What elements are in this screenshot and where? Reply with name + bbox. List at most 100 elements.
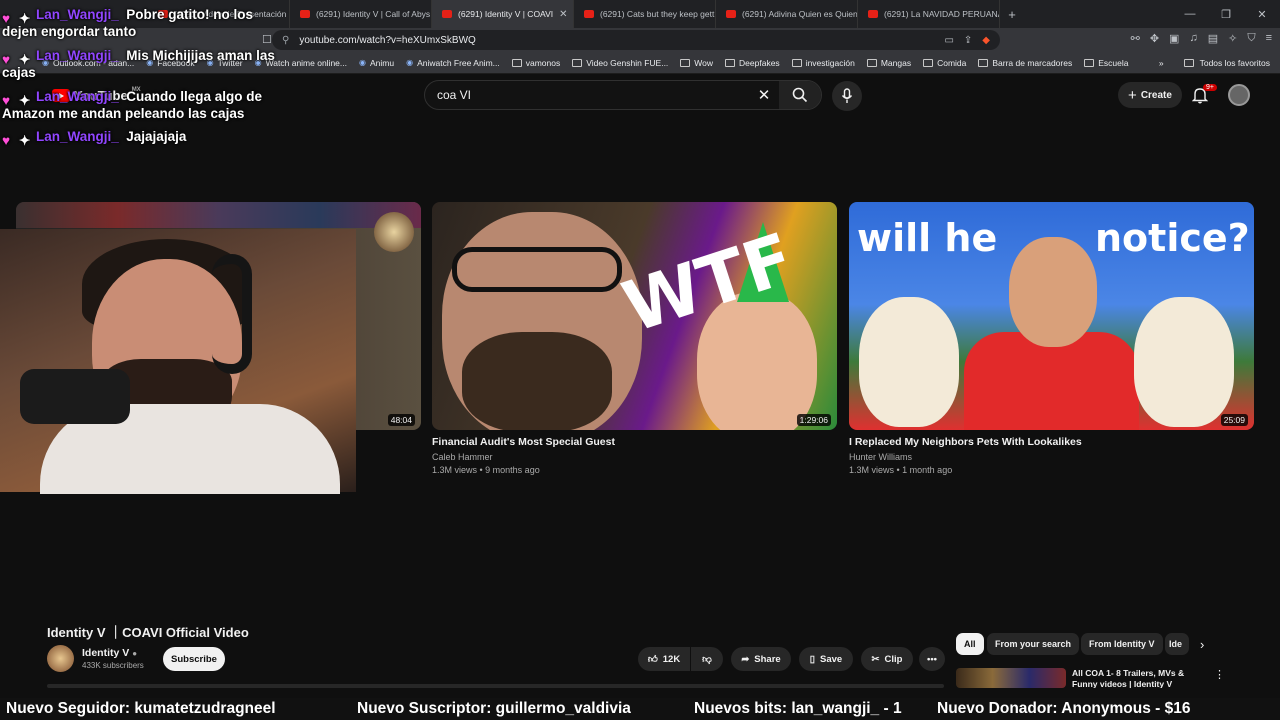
address-bar[interactable]: ⚲ youtube.com/watch?v=heXUmxSkBWQ ▭ ⇪ ◆ bbox=[272, 30, 1000, 50]
youtube-favicon-icon bbox=[300, 10, 310, 18]
more-dots-icon: ••• bbox=[927, 653, 937, 665]
chip-all[interactable]: All bbox=[956, 633, 984, 655]
leo-ai-icon[interactable]: ✧ bbox=[1228, 32, 1237, 45]
window-controls: — ❐ ✕ bbox=[1172, 8, 1280, 21]
share-button[interactable]: ➦ Share bbox=[731, 647, 791, 671]
current-video-title: Identity V ｜COAVI Official Video bbox=[47, 625, 249, 640]
next-video-title[interactable]: All COA 1- 8 Trailers, MVs & Funny video… bbox=[1072, 668, 1202, 688]
maximize-icon[interactable]: ❐ bbox=[1208, 8, 1244, 21]
bookmark-item[interactable]: ◉ Aniwatch Free Anim... bbox=[406, 58, 500, 68]
search-box[interactable]: coa VI ✕ bbox=[424, 80, 822, 110]
clip-button[interactable]: ✂ Clip bbox=[861, 647, 913, 671]
chevron-more-icon[interactable]: » bbox=[1159, 58, 1164, 68]
all-bookmarks-label: Todos los favoritos bbox=[1199, 58, 1270, 68]
voice-search-button[interactable] bbox=[832, 81, 862, 111]
webcam-microphone-shape bbox=[20, 369, 130, 424]
bookmark-label: Comida bbox=[937, 57, 967, 68]
bookmark-item[interactable]: Wow bbox=[680, 58, 713, 68]
bookmark-label: Video Genshin FUE... bbox=[586, 57, 669, 68]
shield-icon[interactable]: ⛉ bbox=[1247, 32, 1255, 45]
chat-text: Amazon me andan peleando las cajas bbox=[2, 106, 245, 121]
subscribe-button[interactable]: Subscribe bbox=[163, 647, 225, 671]
next-video-thumbnail[interactable] bbox=[956, 668, 1066, 688]
ticker-follower: Nuevo Seguidor: kumatetzudragneel bbox=[6, 700, 276, 717]
folder-icon bbox=[725, 58, 736, 67]
bookmark-label: vamonos bbox=[525, 57, 561, 68]
channel-name[interactable]: Hunter Williams bbox=[849, 451, 952, 464]
search-input[interactable]: coa VI bbox=[437, 88, 749, 102]
thumbnail-banner bbox=[16, 202, 421, 228]
bookmark-item[interactable]: ◉ Animu bbox=[359, 58, 394, 68]
bookmark-item[interactable]: Comida bbox=[923, 58, 966, 68]
folder-icon bbox=[978, 58, 989, 67]
media-icon[interactable]: ♫ bbox=[1189, 32, 1197, 45]
bookmark-star-icon[interactable]: ☐ bbox=[262, 33, 272, 46]
wallet-icon[interactable]: ▤ bbox=[1208, 32, 1218, 45]
cast-icon[interactable]: ▭ bbox=[944, 35, 953, 46]
share-page-icon[interactable]: ⇪ bbox=[964, 35, 972, 46]
current-channel-name[interactable]: Identity V ● bbox=[82, 647, 137, 659]
scissors-icon: ✂ bbox=[871, 653, 880, 665]
close-window-icon[interactable]: ✕ bbox=[1244, 8, 1280, 21]
video-title[interactable]: Financial Audit's Most Special Guest bbox=[432, 436, 615, 448]
webcam-overlay bbox=[0, 229, 356, 494]
video-thumbnail[interactable]: WTF 1:29:06 bbox=[432, 202, 837, 430]
bookmark-item[interactable]: vamonos bbox=[511, 57, 561, 68]
chevron-right-icon[interactable]: › bbox=[1200, 637, 1204, 652]
chip-from-identity-v[interactable]: From Identity V bbox=[1081, 633, 1163, 655]
ticker-subscriber: Nuevo Suscriptor: guillermo_valdivia bbox=[357, 700, 631, 717]
ticker-donor: Nuevo Donador: Anonymous - $16 bbox=[937, 700, 1191, 717]
microphone-icon bbox=[841, 88, 853, 103]
new-tab-icon[interactable]: + bbox=[1000, 7, 1024, 22]
clear-search-icon[interactable]: ✕ bbox=[749, 86, 779, 104]
bookmark-item[interactable]: Barra de marcadores bbox=[978, 58, 1072, 68]
save-button[interactable]: ▯ Save bbox=[799, 647, 853, 671]
bookmark-item[interactable]: Mangas bbox=[866, 58, 911, 68]
browser-tab-active[interactable]: (6291) Identity V | COAVI ✕ bbox=[432, 0, 574, 28]
account-avatar[interactable] bbox=[1228, 84, 1250, 106]
ticker-bits: Nuevos bits: lan_wangji_ - 1 bbox=[694, 700, 902, 717]
bookmark-item[interactable]: Video Genshin FUE... bbox=[572, 58, 668, 68]
create-button[interactable]: + Create bbox=[1118, 82, 1182, 108]
tab-label: (6291) Adivina Quien es Quien bbox=[742, 9, 858, 19]
close-tab-icon[interactable]: ✕ bbox=[559, 9, 567, 20]
minimize-icon[interactable]: — bbox=[1172, 8, 1208, 21]
chip-from-your-search[interactable]: From your search bbox=[987, 633, 1080, 655]
site-info-icon[interactable]: ⚲ bbox=[282, 35, 289, 46]
video-title[interactable]: I Replaced My Neighbors Pets With Lookal… bbox=[849, 436, 1082, 448]
vpn-icon[interactable]: ⚯ bbox=[1131, 32, 1140, 45]
youtube-favicon-icon bbox=[442, 10, 452, 18]
more-actions-button[interactable]: ••• bbox=[919, 647, 945, 671]
menu-icon[interactable]: ≡ bbox=[1266, 32, 1272, 45]
youtube-favicon-icon bbox=[584, 10, 594, 18]
browser-tab[interactable]: (6291) La NAVIDAD PERUANA bbox=[858, 0, 1000, 28]
comment-section-edge bbox=[47, 684, 944, 688]
search-button[interactable] bbox=[779, 81, 821, 109]
youtube-favicon-icon bbox=[726, 10, 736, 18]
sidebar-icon[interactable]: ▣ bbox=[1169, 32, 1179, 45]
all-bookmarks[interactable]: » Todos los favoritos bbox=[1159, 52, 1270, 74]
video-thumbnail[interactable]: will he notice? 25:09 bbox=[849, 202, 1254, 430]
bookmark-item[interactable]: investigación bbox=[791, 58, 855, 68]
bookmark-item[interactable]: Deepfakes bbox=[725, 58, 780, 68]
dislike-button[interactable]: 👎︎ bbox=[691, 647, 723, 671]
heart-icon: ♥ bbox=[2, 10, 11, 26]
heart-icon: ♥ bbox=[2, 92, 11, 108]
like-button[interactable]: 👍︎ 12K bbox=[638, 647, 690, 671]
chat-username: Lan_Wangji_ bbox=[36, 7, 119, 22]
browser-tab[interactable]: (6291) Identity V | Call of Abys bbox=[290, 0, 432, 28]
bookmark-item[interactable]: Escuela bbox=[1084, 58, 1128, 68]
thumbnail-overlay-text: will he bbox=[857, 216, 998, 260]
browser-tab[interactable]: (6291) Cats but they keep gett bbox=[574, 0, 716, 28]
extensions-icon[interactable]: ✥ bbox=[1150, 32, 1159, 45]
folder-icon bbox=[923, 58, 934, 67]
chip-truncated[interactable]: Ide bbox=[1165, 633, 1189, 655]
channel-name[interactable]: Caleb Hammer bbox=[432, 451, 540, 464]
browser-tab[interactable]: (6291) Adivina Quien es Quien bbox=[716, 0, 858, 28]
chat-text: Cuando llega algo de bbox=[126, 89, 263, 104]
folder-icon bbox=[1084, 58, 1095, 67]
like-count: 12K bbox=[662, 653, 681, 665]
vertical-dots-icon[interactable]: ⋮ bbox=[1214, 668, 1225, 681]
channel-avatar[interactable] bbox=[47, 645, 74, 672]
brave-shield-icon[interactable]: ◆ bbox=[982, 35, 990, 46]
